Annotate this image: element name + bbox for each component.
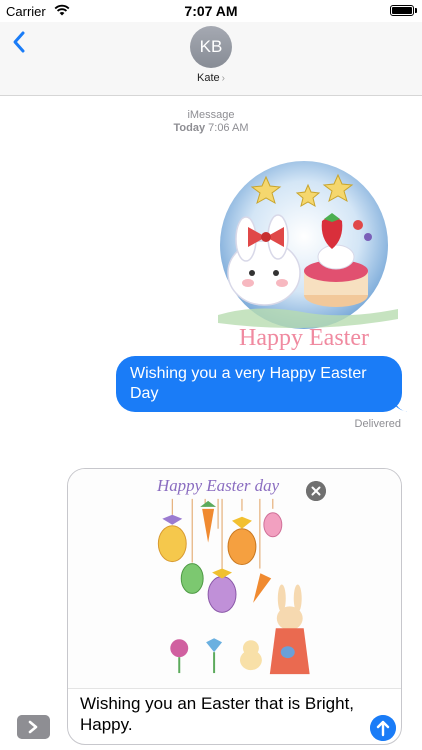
timestamp-day: Today [173, 122, 206, 134]
battery-cap [415, 8, 417, 13]
message-input[interactable]: Wishing you an Easter that is Bright, Ha… [80, 693, 370, 735]
service-label: iMessage [187, 109, 235, 121]
status-time: 7:07 AM [184, 3, 238, 19]
message-composer[interactable]: Happy Easter day Wishing you an Easter t… [67, 468, 402, 745]
chevron-right-icon: › [221, 73, 225, 84]
remove-attachment-button[interactable] [306, 481, 326, 501]
timestamp-time: 7:06 AM [208, 122, 249, 134]
delivery-status: Delivered [354, 418, 401, 430]
contact-name: Kate [197, 72, 220, 84]
battery-fill [392, 7, 412, 14]
back-button[interactable] [10, 28, 30, 56]
outgoing-message-bubble[interactable]: Wishing you a very Happy Easter Day [116, 356, 402, 412]
contact-name-button[interactable]: Kate › [0, 72, 422, 84]
send-button[interactable] [370, 715, 396, 741]
contact-avatar[interactable]: KB [190, 26, 232, 68]
attached-sticker: Happy Easter day [68, 469, 401, 689]
easter-sticker[interactable]: Happy Easter [198, 145, 410, 357]
conversation-header: KB Kate › [0, 22, 422, 96]
status-bar: Carrier 7:07 AM [0, 0, 422, 22]
sticker-caption: Happy Easter [239, 325, 369, 351]
attachment-title: Happy Easter day [156, 476, 280, 495]
timestamp: Today 7:06 AM [0, 122, 422, 134]
bubble-tail [394, 398, 408, 412]
battery-icon [390, 5, 414, 16]
apps-toggle-button[interactable] [17, 715, 50, 739]
